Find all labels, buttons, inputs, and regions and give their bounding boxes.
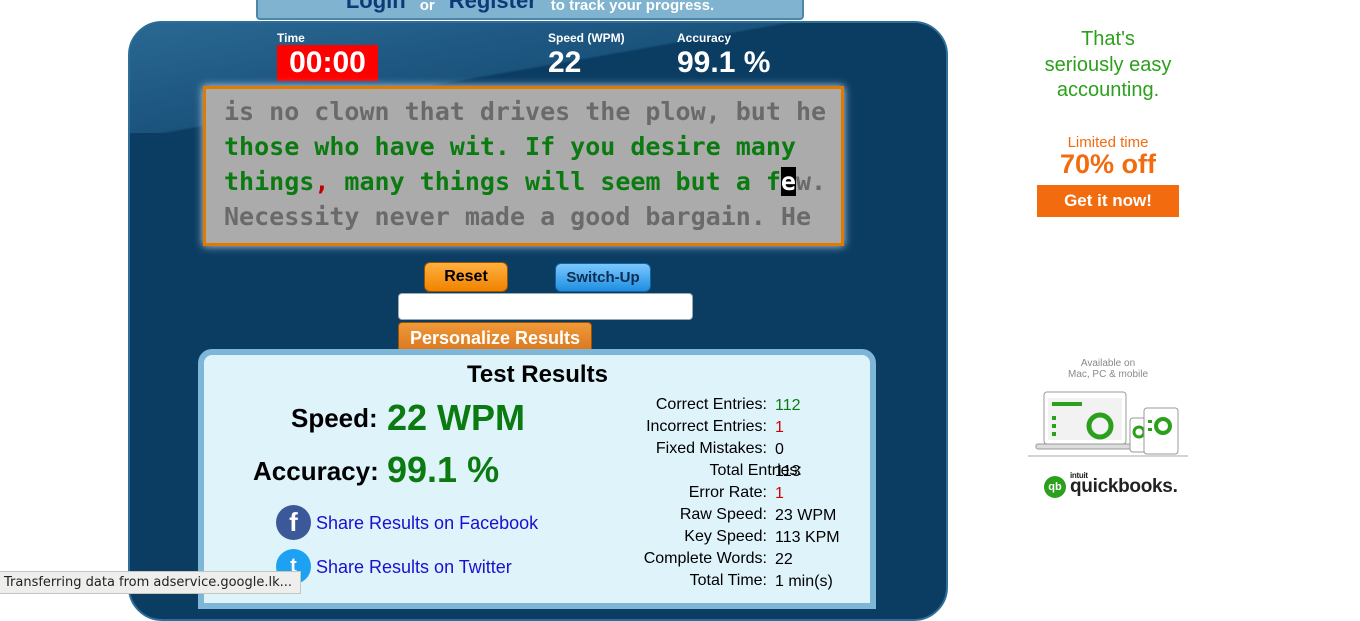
typed-text-2: many things will seem but a f bbox=[329, 167, 781, 196]
switch-up-button[interactable]: Switch-Up bbox=[555, 263, 651, 292]
intuit-text: intuit bbox=[1070, 471, 1088, 480]
quickbooks-logo-text: intuit quickbooks. bbox=[1070, 471, 1178, 498]
quickbooks-logo-icon: qb bbox=[1044, 476, 1066, 498]
time-label: Time bbox=[277, 31, 305, 45]
accuracy-value: 99.1 % bbox=[677, 46, 771, 79]
results-title: Test Results bbox=[467, 361, 608, 388]
detail-value: 0 bbox=[775, 441, 784, 458]
timer-display: 00:00 bbox=[277, 45, 378, 81]
facebook-icon[interactable]: f bbox=[276, 505, 311, 540]
detail-value: 1 bbox=[775, 419, 784, 436]
ad-offer: 70% off bbox=[1059, 149, 1157, 179]
detail-label: Total Time: bbox=[689, 572, 767, 589]
text-cursor: e bbox=[780, 167, 796, 196]
register-link[interactable]: Register bbox=[449, 0, 537, 14]
detail-value: 23 WPM bbox=[775, 507, 837, 524]
detail-label: Complete Words: bbox=[643, 550, 767, 567]
devices-illustration-icon bbox=[1028, 391, 1188, 457]
ad-headline-1: That's bbox=[1081, 28, 1135, 50]
detail-value: 112 bbox=[775, 397, 801, 414]
browser-status-bar: Transferring data from adservice.google.… bbox=[0, 571, 302, 594]
share-facebook-link[interactable]: Share Results on Facebook bbox=[316, 513, 538, 534]
login-link[interactable]: Login bbox=[346, 0, 406, 14]
ad-get-it-now-button[interactable]: Get it now! bbox=[1037, 185, 1179, 217]
accuracy-label: Accuracy bbox=[677, 31, 732, 45]
speed-value: 22 bbox=[548, 46, 582, 79]
results-speed-value: 22 WPM bbox=[387, 397, 526, 438]
text-line-4: Necessity never made a good bargain. He bbox=[224, 202, 811, 231]
share-twitter-link[interactable]: Share Results on Twitter bbox=[316, 557, 512, 578]
text-line-3: things, many things will seem but a few. bbox=[224, 164, 841, 199]
detail-label: Correct Entries: bbox=[655, 396, 767, 413]
typing-input[interactable] bbox=[398, 293, 693, 320]
speed-label: Speed (WPM) bbox=[548, 31, 625, 45]
ad-available-line-2: Mac, PC & mobile bbox=[1067, 369, 1149, 380]
detail-label: Key Speed: bbox=[684, 528, 767, 545]
typed-text: things bbox=[224, 167, 315, 196]
ad-headline-3: accounting. bbox=[1056, 79, 1160, 101]
untyped-text: w. bbox=[795, 167, 827, 196]
results-accuracy-label: Accuracy: bbox=[253, 456, 379, 486]
ad-available-line-1: Available on bbox=[1080, 358, 1136, 369]
detail-value: 22 bbox=[775, 551, 793, 568]
or-text: or bbox=[419, 0, 435, 14]
detail-label: Error Rate: bbox=[688, 484, 767, 501]
track-progress-text: to track your progress. bbox=[550, 0, 715, 14]
text-line-1: is no clown that drives the plow, but he bbox=[224, 97, 827, 126]
typing-text-box: is no clown that drives the plow, but he… bbox=[203, 86, 844, 246]
detail-value: 113 KPM bbox=[775, 529, 840, 546]
detail-label: Incorrect Entries: bbox=[646, 418, 767, 435]
reset-button[interactable]: Reset bbox=[424, 262, 508, 292]
detail-label: Raw Speed: bbox=[679, 506, 767, 523]
results-speed-label: Speed: bbox=[291, 403, 378, 433]
detail-value: 1 min(s) bbox=[775, 573, 833, 590]
quickbooks-logo: qb intuit quickbooks. bbox=[1044, 471, 1178, 498]
detail-label: Fixed Mistakes: bbox=[655, 440, 767, 457]
ad-available: Available on Mac, PC & mobile bbox=[1028, 358, 1188, 380]
detail-label: Total Entries: bbox=[709, 462, 802, 479]
ad-headline-2: seriously easy bbox=[1044, 54, 1172, 76]
text-line-2: those who have wit. If you desire many bbox=[224, 132, 796, 161]
results-accuracy-value: 99.1 % bbox=[387, 449, 500, 490]
login-banner: Login or Register to track your progress… bbox=[256, 0, 804, 20]
detail-value: 113 bbox=[775, 463, 801, 480]
error-char: , bbox=[314, 167, 330, 196]
detail-value: 1 bbox=[775, 485, 784, 502]
